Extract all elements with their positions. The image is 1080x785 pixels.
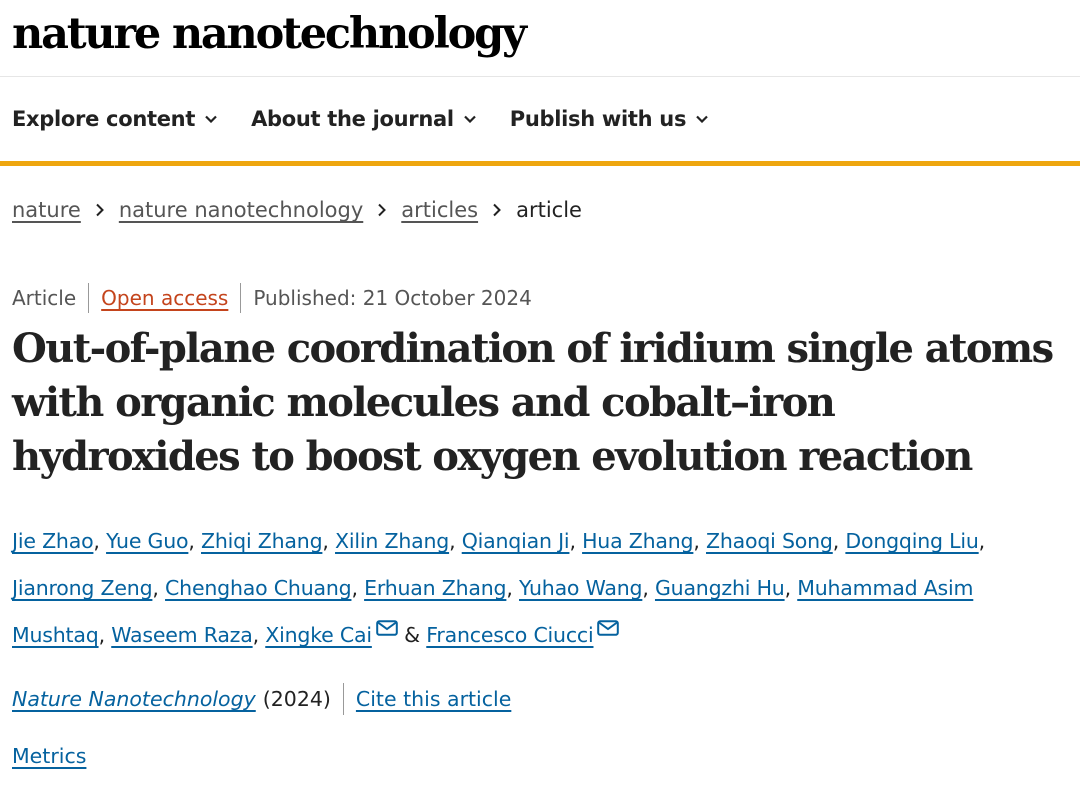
- chevron-right-icon: [378, 203, 387, 217]
- author-list: Jie Zhao, Yue Guo, Zhiqi Zhang, Xilin Zh…: [12, 529, 985, 647]
- article-title: Out-of-plane coordination of iridium sin…: [12, 325, 1054, 480]
- breadcrumb-link[interactable]: articles: [401, 198, 478, 222]
- chevron-right-icon: [493, 203, 501, 217]
- mail-icon[interactable]: [597, 620, 620, 636]
- author-link[interactable]: Yuhao Wang: [519, 576, 643, 600]
- breadcrumb-link[interactable]: nature: [12, 198, 81, 222]
- citation-line: Nature Nanotechnology (2024) Cite this a…: [12, 683, 511, 715]
- breadcrumb: nature nature nanotechnology articles ar…: [12, 198, 582, 222]
- author-link[interactable]: Qianqian Ji: [462, 529, 570, 553]
- author-link[interactable]: Waseem Raza: [111, 623, 253, 647]
- site-header: nature nanotechnology: [0, 0, 1080, 77]
- journal-link[interactable]: Nature Nanotechnology: [12, 687, 256, 711]
- chevron-down-icon: [205, 115, 217, 123]
- author-link[interactable]: Erhuan Zhang: [364, 576, 506, 600]
- author-link[interactable]: Hua Zhang: [582, 529, 693, 553]
- author-link[interactable]: Jie Zhao: [12, 529, 94, 553]
- nav-about-journal[interactable]: About the journal: [251, 107, 476, 131]
- author-link[interactable]: Chenghao Chuang: [165, 576, 352, 600]
- divider: [240, 283, 242, 313]
- author-link[interactable]: Guangzhi Hu: [655, 576, 785, 600]
- author-link[interactable]: Dongqing Liu: [845, 529, 978, 553]
- publication-year: (2024): [262, 687, 331, 711]
- cite-article-link[interactable]: Cite this article: [356, 687, 511, 711]
- nav-label: About the journal: [251, 107, 454, 131]
- breadcrumb-current: article: [516, 198, 582, 222]
- chevron-down-icon: [696, 115, 708, 123]
- author-link[interactable]: Francesco Ciucci: [426, 623, 593, 647]
- metrics-link[interactable]: Metrics: [12, 744, 86, 768]
- author-link[interactable]: Jianrong Zeng: [12, 576, 153, 600]
- nav-label: Publish with us: [509, 107, 687, 131]
- mail-icon[interactable]: [376, 620, 398, 636]
- author-link[interactable]: Zhaoqi Song: [706, 529, 833, 553]
- author-link[interactable]: Xingke Cai: [265, 623, 372, 647]
- open-access-link[interactable]: Open access: [101, 286, 228, 310]
- article-type: Article: [12, 286, 77, 310]
- divider: [342, 683, 344, 715]
- divider: [88, 283, 90, 313]
- article-meta: Article Open access Published: 21 Octobe…: [12, 283, 532, 313]
- author-link[interactable]: Zhiqi Zhang: [201, 529, 323, 553]
- nav-explore-content[interactable]: Explore content: [12, 107, 217, 131]
- author-link[interactable]: Xilin Zhang: [335, 529, 449, 553]
- nav-label: Explore content: [12, 107, 196, 131]
- nav-publish-with-us[interactable]: Publish with us: [510, 107, 708, 131]
- chevron-down-icon: [464, 115, 476, 123]
- author-link[interactable]: Yue Guo: [106, 529, 189, 553]
- published-date: Published: 21 October 2024: [253, 286, 532, 310]
- site-logo[interactable]: nature nanotechnology: [12, 4, 527, 64]
- main-nav: Explore content About the journal Publis…: [0, 77, 1080, 166]
- chevron-right-icon: [96, 203, 104, 217]
- breadcrumb-link[interactable]: nature nanotechnology: [119, 198, 363, 222]
